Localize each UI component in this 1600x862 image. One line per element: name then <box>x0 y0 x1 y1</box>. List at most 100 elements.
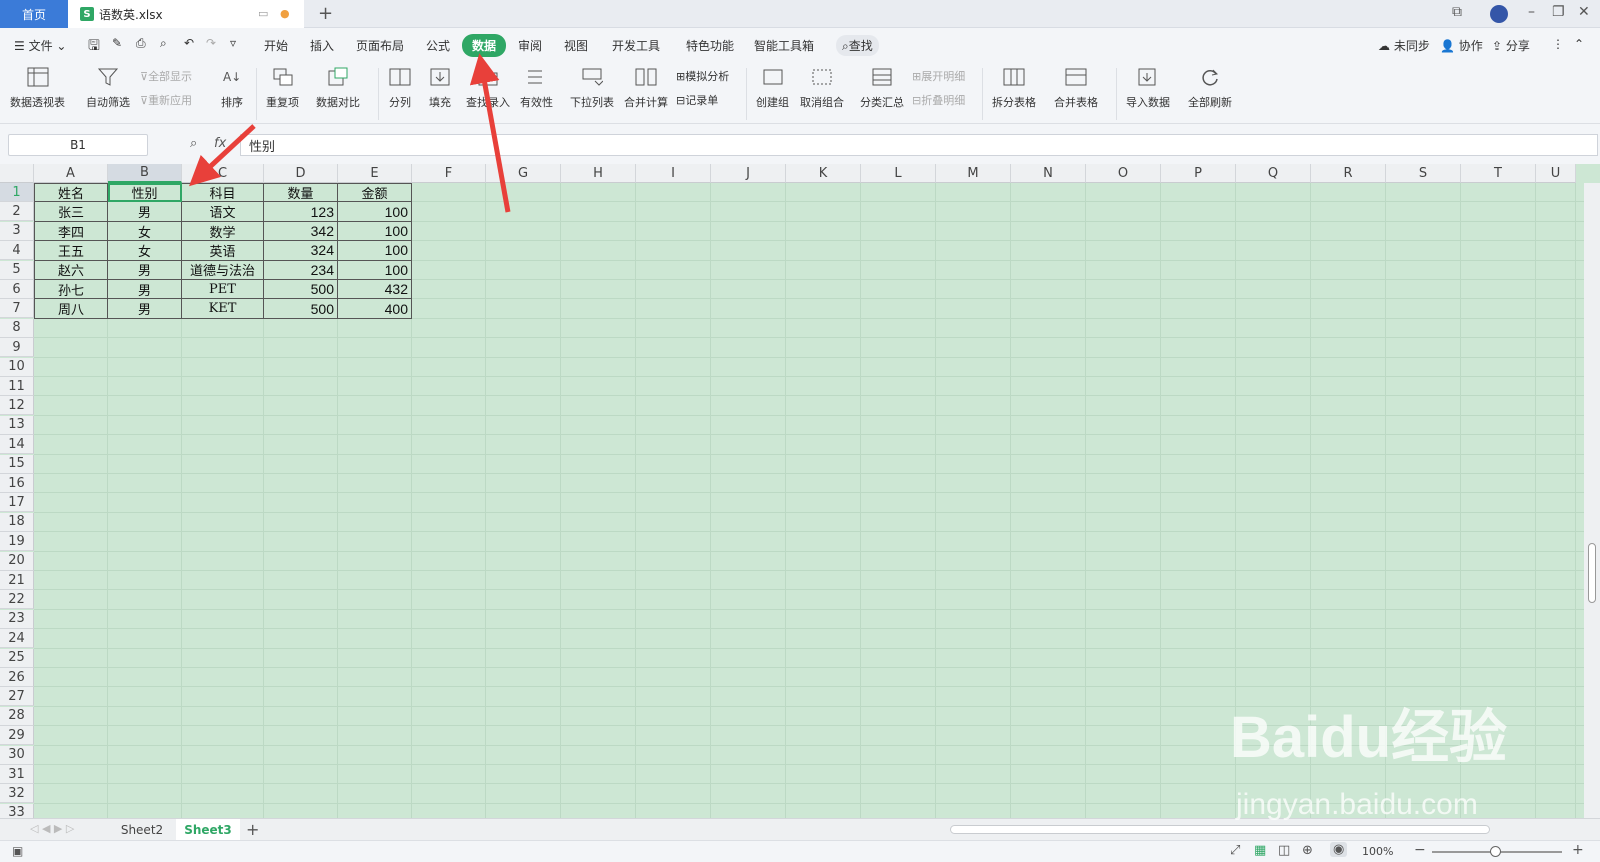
table-cell[interactable]: 英语 <box>182 241 264 261</box>
sheet-tab-active[interactable]: Sheet3 <box>176 819 240 841</box>
row-header-15[interactable]: 15 <box>0 454 34 474</box>
unsaved-dot-icon[interactable]: ● <box>280 7 290 20</box>
split-column-button[interactable]: 分列 <box>388 66 412 110</box>
column-header-i[interactable]: I <box>636 164 711 183</box>
row-header-12[interactable]: 12 <box>0 396 34 416</box>
table-cell[interactable]: 数学 <box>182 221 264 242</box>
table-cell[interactable]: 100 <box>338 221 412 242</box>
collapse-ribbon-icon[interactable]: ⌃ <box>1574 37 1584 51</box>
table-cell[interactable]: 孙七 <box>34 280 108 300</box>
menu-tab-insert[interactable]: 插入 <box>310 37 334 54</box>
fill-button[interactable]: 填充 <box>428 66 452 110</box>
undo-icon[interactable]: ↶ <box>184 36 194 50</box>
row-header-17[interactable]: 17 <box>0 493 34 513</box>
show-all-button[interactable]: ⊽ 全部显示 <box>140 68 192 84</box>
row-header-18[interactable]: 18 <box>0 512 34 532</box>
close-icon[interactable]: ✕ <box>1578 4 1590 20</box>
vertical-scrollbar-thumb[interactable] <box>1588 543 1596 603</box>
tab-file[interactable]: S 语数英.xlsx ▭ ● <box>68 0 304 28</box>
split-table-button[interactable]: 拆分表格 <box>992 66 1036 110</box>
column-header-m[interactable]: M <box>936 164 1011 183</box>
minimize-icon[interactable]: – <box>1528 4 1535 20</box>
row-header-4[interactable]: 4 <box>0 241 34 261</box>
table-cell[interactable]: PET <box>182 280 264 300</box>
add-sheet-button[interactable]: + <box>246 820 259 839</box>
menu-tab-smart-tools[interactable]: 智能工具箱 <box>754 37 814 54</box>
row-header-19[interactable]: 19 <box>0 532 34 552</box>
search-button[interactable]: ⌕查找 <box>836 35 879 56</box>
row-header-24[interactable]: 24 <box>0 629 34 649</box>
table-cell[interactable]: 道德与法治 <box>182 260 264 280</box>
row-header-22[interactable]: 22 <box>0 590 34 610</box>
row-header-9[interactable]: 9 <box>0 338 34 358</box>
collapse-detail-button[interactable]: ⊟ 折叠明细 <box>912 92 965 108</box>
row-header-3[interactable]: 3 <box>0 221 34 241</box>
consolidate-button[interactable]: 合并计算 <box>624 66 668 110</box>
horizontal-scrollbar[interactable] <box>950 825 1490 834</box>
column-header-t[interactable]: T <box>1461 164 1536 183</box>
customize-icon[interactable]: ▿ <box>230 36 236 50</box>
column-header-p[interactable]: P <box>1161 164 1236 183</box>
row-header-26[interactable]: 26 <box>0 668 34 687</box>
page-break-icon[interactable]: ⊕ <box>1302 843 1313 858</box>
menu-tab-home[interactable]: 开始 <box>264 37 288 54</box>
formula-input[interactable]: 性别 <box>240 134 1598 156</box>
duplicates-button[interactable]: 重复项 <box>266 66 299 110</box>
file-menu[interactable]: ☰ 文件 ⌄ <box>14 37 66 54</box>
column-header-l[interactable]: L <box>861 164 936 183</box>
table-cell[interactable]: 男 <box>108 299 182 319</box>
lookup-entry-button[interactable]: 查找录入 <box>466 66 510 110</box>
row-header-28[interactable]: 28 <box>0 706 34 726</box>
table-cell[interactable]: KET <box>182 299 264 319</box>
menu-tab-special[interactable]: 特色功能 <box>686 37 734 54</box>
menu-tab-formula[interactable]: 公式 <box>426 37 450 54</box>
reapply-button[interactable]: ⊽ 重新应用 <box>140 92 192 108</box>
what-if-button[interactable]: ⊞ 模拟分析 <box>676 68 729 84</box>
menu-tab-view[interactable]: 视图 <box>564 37 588 54</box>
column-header-h[interactable]: H <box>561 164 636 183</box>
row-header-32[interactable]: 32 <box>0 784 34 804</box>
column-header-r[interactable]: R <box>1311 164 1386 183</box>
row-header-1[interactable]: 1 <box>0 183 34 202</box>
menu-tab-review[interactable]: 审阅 <box>518 37 542 54</box>
table-cell[interactable]: 语文 <box>182 202 264 222</box>
table-cell[interactable]: 赵六 <box>34 260 108 280</box>
row-header-2[interactable]: 2 <box>0 202 34 222</box>
row-header-30[interactable]: 30 <box>0 745 34 765</box>
row-header-6[interactable]: 6 <box>0 280 34 299</box>
page-view-icon[interactable]: ◫ <box>1278 843 1290 858</box>
table-cell[interactable]: 123 <box>264 202 338 222</box>
column-header-u[interactable]: U <box>1536 164 1576 183</box>
column-header-n[interactable]: N <box>1011 164 1086 183</box>
table-cell[interactable]: 李四 <box>34 221 108 242</box>
column-header-s[interactable]: S <box>1386 164 1461 183</box>
table-cell[interactable]: 周八 <box>34 299 108 319</box>
table-cell[interactable]: 100 <box>338 202 412 222</box>
redo-icon[interactable]: ↷ <box>206 36 216 50</box>
ungroup-button[interactable]: 取消组合 <box>800 66 844 110</box>
pivot-table-button[interactable]: 数据透视表 <box>10 66 65 110</box>
auto-filter-button[interactable]: 自动筛选 <box>86 66 130 110</box>
sheet-nav-icon[interactable]: ◁ ◀ ▶ ▷ <box>30 822 74 835</box>
table-cell[interactable]: 500 <box>264 280 338 300</box>
zoom-in-icon[interactable]: + <box>1572 842 1584 858</box>
subtotal-button[interactable]: 分类汇总 <box>860 66 904 110</box>
header-cell[interactable]: 性别 <box>108 183 182 203</box>
column-header-c[interactable]: C <box>182 164 264 183</box>
column-header-e[interactable]: E <box>338 164 412 183</box>
expand-detail-button[interactable]: ⊞ 展开明细 <box>912 68 965 84</box>
table-cell[interactable]: 女 <box>108 241 182 261</box>
share-button[interactable]: ⇪ 分享 <box>1492 37 1530 54</box>
collaborate-button[interactable]: 👤 协作 <box>1440 37 1483 54</box>
macro-icon[interactable]: ▣ <box>12 844 23 858</box>
vertical-scrollbar[interactable] <box>1584 183 1600 818</box>
window-mode-icon[interactable]: ⧉ <box>1452 4 1462 20</box>
table-cell[interactable]: 234 <box>264 260 338 280</box>
column-header-d[interactable]: D <box>264 164 338 183</box>
menu-tab-developer[interactable]: 开发工具 <box>612 37 660 54</box>
fx-icon[interactable]: fx <box>214 136 226 151</box>
data-compare-button[interactable]: 数据对比 <box>316 66 360 110</box>
row-header-31[interactable]: 31 <box>0 765 34 784</box>
table-cell[interactable]: 342 <box>264 221 338 242</box>
table-cell[interactable]: 王五 <box>34 241 108 261</box>
